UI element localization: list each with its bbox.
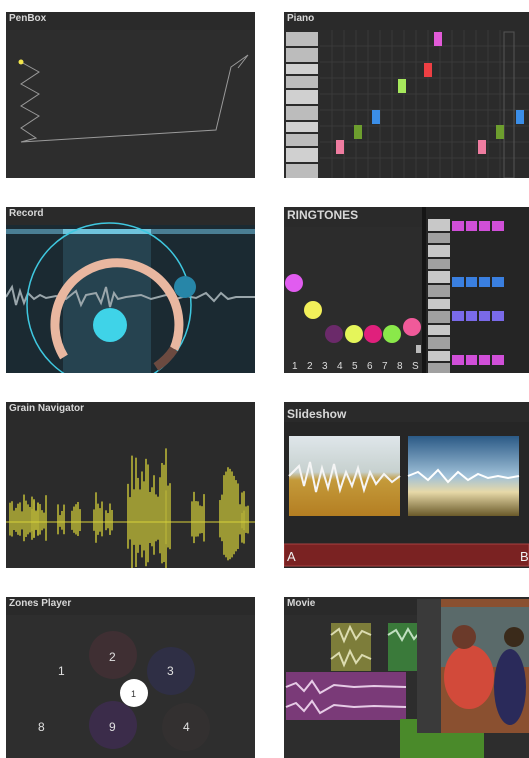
zone-label: 2	[109, 650, 116, 664]
note	[336, 140, 344, 154]
ringtone-number[interactable]: 8	[397, 361, 403, 372]
ringtones-panel[interactable]: RINGTONES 1 2 3 4 5 6 7 8 S	[284, 207, 529, 373]
note	[434, 32, 442, 46]
ringtone-number[interactable]: 1	[292, 361, 298, 372]
ringtone-number[interactable]: 3	[322, 361, 328, 372]
ringtone-number[interactable]: 6	[367, 361, 373, 372]
penbox-panel[interactable]: PenBox	[6, 12, 255, 178]
ringtone-ball	[364, 325, 382, 343]
ringtone-number[interactable]: 4	[337, 361, 343, 372]
ringtone-number[interactable]: 2	[307, 361, 313, 372]
slideshow-view[interactable]: A B	[284, 402, 529, 568]
movie-panel[interactable]: Movie	[284, 597, 529, 758]
record-view[interactable]	[6, 207, 255, 373]
piano-roll[interactable]	[284, 12, 529, 178]
note	[496, 125, 504, 139]
ringtone-number[interactable]: 7	[382, 361, 388, 372]
note	[424, 63, 432, 77]
ringtone-ball	[403, 318, 421, 336]
movie-view[interactable]	[284, 597, 529, 758]
ringtone-ball	[345, 325, 363, 343]
zone-label: 3	[167, 664, 174, 678]
movie-clip	[286, 672, 406, 720]
note	[478, 140, 486, 154]
record-button	[93, 308, 127, 342]
record-knob	[174, 276, 196, 298]
zone-label: 9	[109, 720, 116, 734]
zone-label: 1	[58, 664, 65, 678]
note	[516, 110, 524, 124]
zones-player-panel[interactable]: Zones Player 1 2 3 8 9 4 1	[6, 597, 255, 758]
ringtone-ball	[325, 325, 343, 343]
zone-label: 8	[38, 720, 45, 734]
zones-view[interactable]: 1 2 3 8 9 4 1	[6, 597, 255, 758]
note	[354, 125, 362, 139]
zone-label: 4	[183, 720, 190, 734]
penbox-canvas[interactable]	[6, 12, 255, 178]
slideshow-label-a: A	[287, 549, 296, 564]
ringtone-ball	[285, 274, 303, 292]
note	[398, 79, 406, 93]
note	[372, 110, 380, 124]
slideshow-timeline	[284, 543, 529, 567]
slideshow-panel[interactable]: Slideshow A B	[284, 402, 529, 568]
slideshow-label-b: B	[520, 549, 529, 564]
pen-cursor-dot	[18, 59, 24, 65]
ringtone-number[interactable]: S	[412, 361, 419, 372]
piano-panel[interactable]: Piano	[284, 12, 529, 178]
ringtone-number[interactable]: 5	[352, 361, 358, 372]
selection-region	[63, 232, 151, 373]
grain-waveform[interactable]	[6, 402, 255, 568]
ringtone-numbers: 12345678S	[292, 361, 419, 372]
zones-cursor-label: 1	[131, 689, 136, 699]
ringtones-view[interactable]: 12345678S	[284, 207, 529, 373]
ringtone-ball	[304, 301, 322, 319]
record-panel[interactable]: Record	[6, 207, 255, 373]
ringtone-ball	[383, 325, 401, 343]
grain-navigator-panel[interactable]: Grain Navigator	[6, 402, 255, 568]
